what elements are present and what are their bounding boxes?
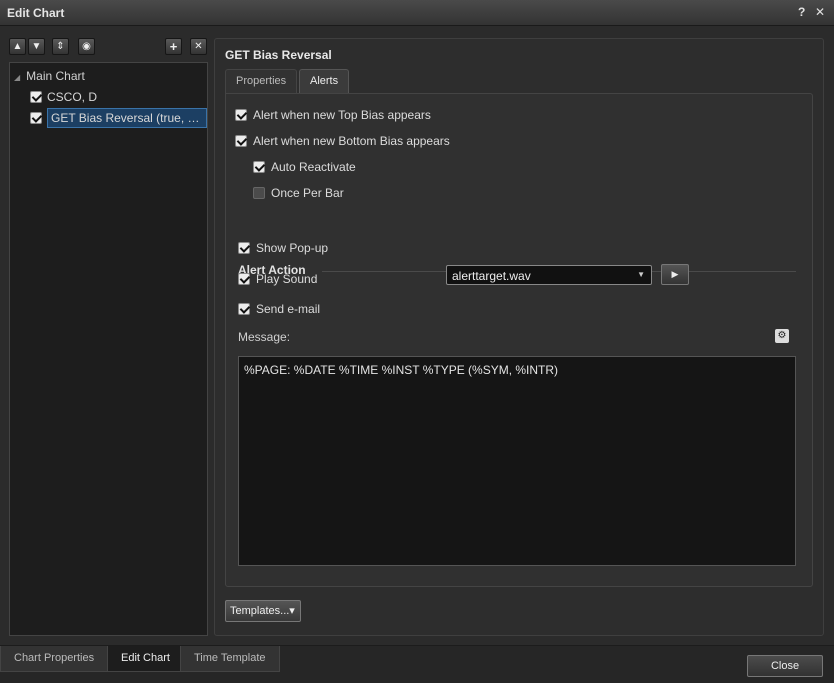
- tree-item-checkbox[interactable]: [30, 112, 42, 124]
- study-panel: GET Bias Reversal Properties Alerts Aler…: [214, 38, 824, 636]
- auto-reactivate-label: Auto Reactivate: [271, 160, 356, 174]
- show-popup-label: Show Pop-up: [256, 241, 329, 255]
- show-popup-checkbox[interactable]: [238, 242, 250, 254]
- close-window-button[interactable]: ✕: [815, 5, 825, 19]
- chevron-down-icon: ▼: [637, 270, 645, 279]
- alerts-tab-body: Alert when new Top Bias appears Alert wh…: [225, 93, 813, 587]
- templates-button[interactable]: Templates...▾: [225, 600, 301, 622]
- visibility-button[interactable]: ◉: [78, 38, 95, 55]
- bottom-bar: Chart Properties Edit Chart Time Templat…: [0, 645, 834, 683]
- tab-chart-properties[interactable]: Chart Properties: [0, 646, 109, 672]
- tree-item-label: GET Bias Reversal (true, Nor…: [47, 108, 207, 128]
- chart-tree: ◢ Main Chart CSCO, D GET Bias Reversal (t…: [9, 62, 208, 636]
- tab-properties[interactable]: Properties: [225, 69, 298, 93]
- play-sound-checkbox[interactable]: [238, 273, 250, 285]
- tab-alerts[interactable]: Alerts: [299, 69, 350, 93]
- show-popup-option[interactable]: Show Pop-up: [238, 239, 328, 257]
- move-up-button[interactable]: ▲: [9, 38, 26, 55]
- tree-toolbar: ▲ ▼ ⇕ ◉ + ✕: [9, 38, 209, 58]
- tree-item-bias-reversal[interactable]: GET Bias Reversal (true, Nor…: [30, 108, 207, 128]
- send-email-checkbox[interactable]: [238, 303, 250, 315]
- move-down-button[interactable]: ▼: [28, 38, 45, 55]
- close-button[interactable]: Close: [747, 655, 823, 677]
- collapse-caret-icon[interactable]: ◢: [14, 73, 20, 82]
- message-text: %PAGE: %DATE %TIME %INST %TYPE (%SYM, %I…: [244, 363, 559, 377]
- play-sound-option[interactable]: Play Sound: [238, 270, 317, 288]
- once-per-bar-checkbox[interactable]: [253, 187, 265, 199]
- tree-item-label: CSCO, D: [47, 90, 98, 104]
- message-label: Message:: [238, 330, 291, 344]
- help-button[interactable]: ?: [798, 5, 805, 19]
- play-icon: ▶: [671, 269, 679, 279]
- title-bar: Edit Chart ? ✕: [0, 0, 834, 26]
- panel-title: GET Bias Reversal: [225, 48, 332, 62]
- top-bias-checkbox[interactable]: [235, 109, 247, 121]
- add-button[interactable]: +: [165, 38, 182, 55]
- sound-file-value: alerttarget.wav: [452, 269, 531, 283]
- tab-edit-chart[interactable]: Edit Chart: [107, 646, 184, 672]
- bottom-bias-option[interactable]: Alert when new Bottom Bias appears: [235, 132, 450, 150]
- bottom-bias-checkbox[interactable]: [235, 135, 247, 147]
- tree-item-checkbox[interactable]: [30, 91, 42, 103]
- once-per-bar-option[interactable]: Once Per Bar: [253, 184, 344, 202]
- tree-item-csco[interactable]: CSCO, D: [30, 87, 97, 107]
- send-email-option[interactable]: Send e-mail: [238, 300, 320, 318]
- play-sound-button[interactable]: ▶: [661, 264, 689, 285]
- window-title: Edit Chart: [7, 6, 65, 20]
- sort-button[interactable]: ⇕: [52, 38, 69, 55]
- insert-variable-icon[interactable]: ⚙: [775, 329, 789, 343]
- sound-file-select[interactable]: alerttarget.wav ▼: [446, 265, 652, 285]
- tree-root-label: Main Chart: [26, 69, 85, 83]
- tree-root[interactable]: ◢ Main Chart: [14, 69, 85, 83]
- play-sound-label: Play Sound: [256, 272, 318, 286]
- top-bias-label: Alert when new Top Bias appears: [253, 108, 431, 122]
- bottom-bias-label: Alert when new Bottom Bias appears: [253, 134, 450, 148]
- remove-button[interactable]: ✕: [190, 38, 207, 55]
- top-bias-option[interactable]: Alert when new Top Bias appears: [235, 106, 431, 124]
- auto-reactivate-option[interactable]: Auto Reactivate: [253, 158, 356, 176]
- once-per-bar-label: Once Per Bar: [271, 186, 344, 200]
- send-email-label: Send e-mail: [256, 302, 321, 316]
- tab-time-template[interactable]: Time Template: [180, 646, 280, 672]
- auto-reactivate-checkbox[interactable]: [253, 161, 265, 173]
- message-textarea[interactable]: %PAGE: %DATE %TIME %INST %TYPE (%SYM, %I…: [238, 356, 796, 566]
